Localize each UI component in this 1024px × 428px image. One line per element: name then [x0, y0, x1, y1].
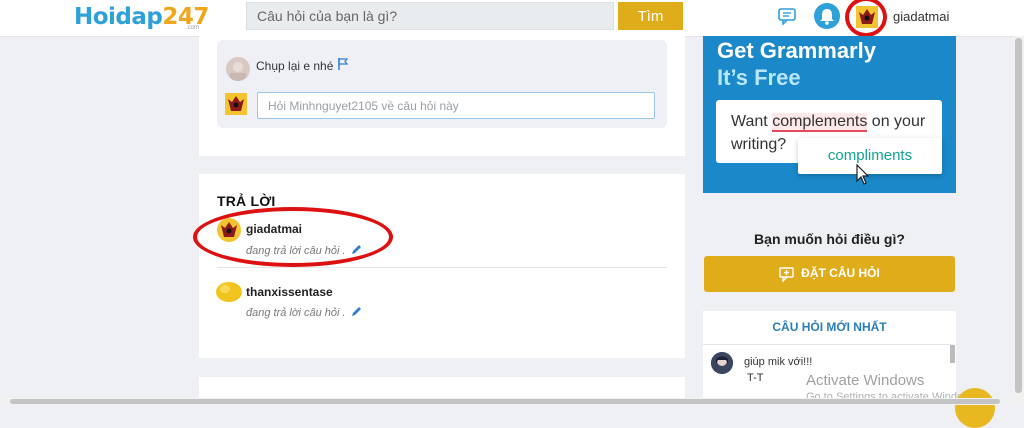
answer-status: đang trả lời câu hỏi . — [246, 307, 346, 319]
horizontal-scroll-thumb[interactable] — [10, 399, 1000, 404]
ask-title: Bạn muốn hỏi điều gì? — [754, 231, 905, 247]
answerer-name[interactable]: thanxissentase — [246, 285, 333, 299]
notification-bell-icon[interactable] — [814, 3, 840, 29]
search-input[interactable] — [247, 3, 613, 29]
vertical-scrollbar[interactable] — [1013, 36, 1024, 405]
answers-title: TRẢ LỜI — [217, 193, 276, 209]
search-button[interactable]: Tìm — [618, 2, 683, 30]
top-header: Hoidap247 .com Tìm giadatmai — [0, 0, 1024, 37]
latest-question-text-2[interactable]: T-T — [747, 372, 764, 384]
chat-icon[interactable] — [778, 7, 796, 25]
ad-subtitle: It’s Free — [717, 65, 801, 90]
ad-title: Get Grammarly — [717, 38, 876, 63]
latest-title: CÂU HỎI MỚI NHẤT — [772, 320, 887, 334]
ad-example-line2: writing? — [731, 136, 787, 153]
flag-icon[interactable] — [338, 58, 348, 70]
answer-divider — [217, 267, 667, 268]
annotation-ellipse-answer — [193, 207, 393, 267]
ad-text-pre: Want — [731, 113, 773, 130]
answerer-avatar-icon[interactable] — [215, 280, 243, 304]
ask-icon — [779, 267, 794, 283]
pencil-icon — [352, 307, 361, 316]
ad-example-line: Want complements on your — [731, 113, 926, 132]
latest-question-avatar[interactable] — [711, 352, 733, 374]
latest-scrollbar[interactable] — [950, 345, 955, 363]
ask-question-button[interactable]: ĐẶT CÂU HỎI — [704, 256, 955, 292]
ad-text-post: on your — [867, 113, 926, 130]
grammarly-ad[interactable]: Get Grammarly It’s Free Want complements… — [703, 36, 956, 193]
ask-button-label: ĐẶT CÂU HỎI — [801, 266, 880, 281]
ad-error-word: complements — [772, 113, 868, 132]
horizontal-scrollbar[interactable] — [0, 398, 1013, 405]
my-avatar-icon — [225, 93, 247, 115]
vertical-scroll-thumb[interactable] — [1015, 38, 1022, 393]
annotation-circle-avatar — [845, 0, 887, 37]
logo-domain: .com — [186, 25, 200, 31]
latest-divider — [703, 344, 953, 345]
comment-input[interactable] — [257, 92, 655, 119]
header-username[interactable]: giadatmai — [893, 9, 949, 24]
search-box — [246, 2, 614, 30]
comment-text: Chụp lại e nhé — [256, 59, 334, 73]
activate-windows-watermark: Activate Windows — [806, 372, 925, 389]
latest-question-text[interactable]: giúp mik với!!! — [744, 356, 812, 368]
commenter-avatar[interactable] — [226, 57, 250, 81]
logo-text: Hoidap — [74, 4, 163, 30]
floating-action-button[interactable] — [955, 388, 995, 428]
cursor-icon — [856, 164, 870, 185]
